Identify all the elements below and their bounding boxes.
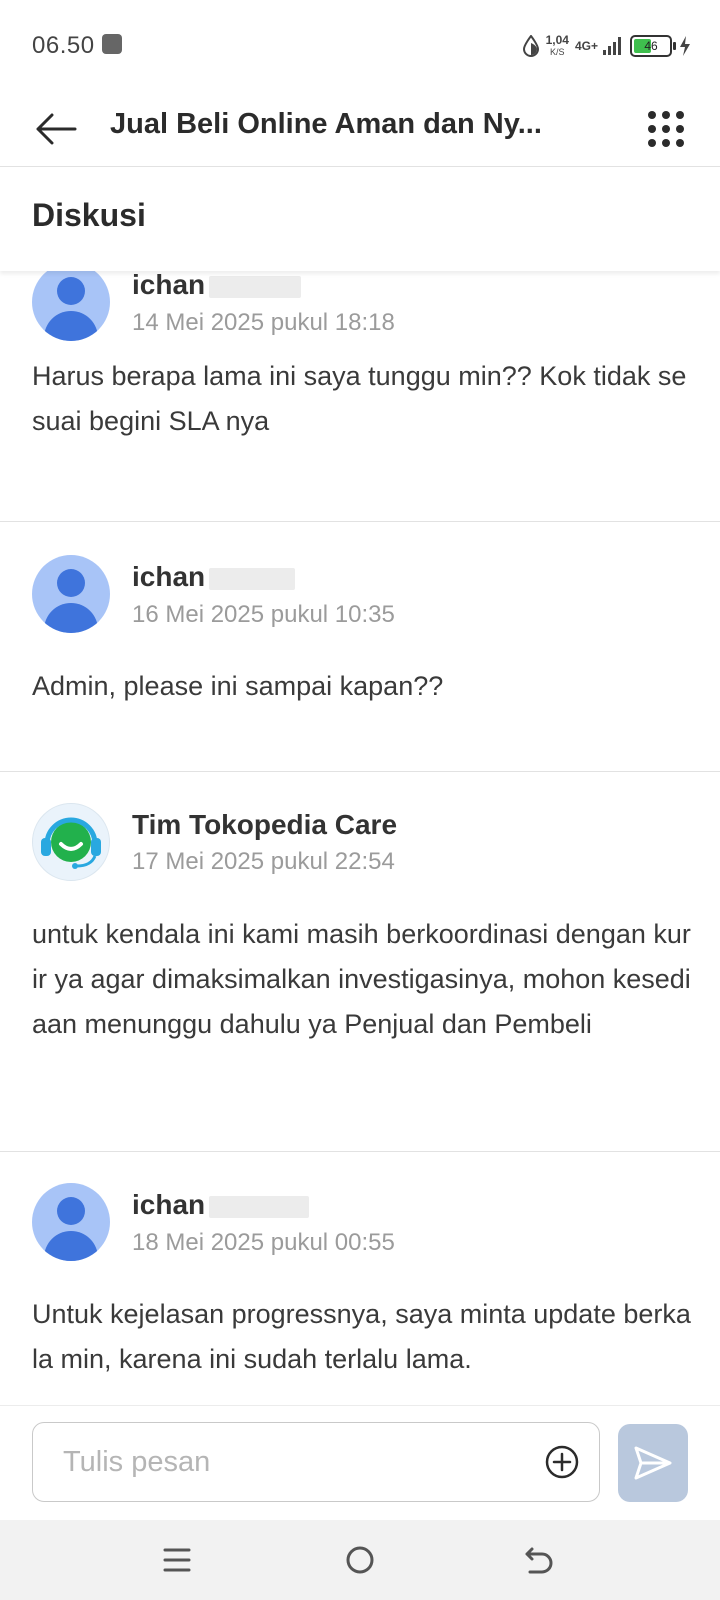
status-bar: 06.50 1,04 K/S 4G+ 46	[0, 0, 720, 92]
message-composer	[0, 1405, 720, 1521]
message-date: 14 Mei 2025 pukul 18:18	[132, 309, 395, 336]
message-text: untuk kendala ini kami masih berkoordina…	[32, 919, 691, 1039]
network-speed-value: 1,04	[545, 33, 569, 47]
section-header: Diskusi	[0, 167, 720, 271]
battery-icon: 46	[630, 35, 676, 57]
redacted-name	[209, 1195, 310, 1218]
status-time: 06.50	[32, 32, 95, 59]
network-speed-unit: K/S	[550, 47, 565, 57]
status-icons: 1,04 K/S 4G+ 46	[522, 30, 692, 62]
dot-icon	[662, 125, 670, 133]
back-arrow-icon	[525, 1547, 553, 1574]
page-title: Jual Beli Online Aman dan Ny...	[110, 108, 542, 140]
battery-level: 46	[644, 39, 658, 53]
menu-lines-icon	[163, 1548, 191, 1572]
dot-icon	[676, 125, 684, 133]
send-icon	[634, 1446, 672, 1480]
nav-menu-button[interactable]	[152, 1538, 202, 1582]
dot-icon	[676, 111, 684, 119]
add-attachment-button[interactable]	[545, 1445, 579, 1479]
dot-icon	[676, 139, 684, 147]
message-date: 18 Mei 2025 pukul 00:55	[132, 1229, 395, 1256]
message-author: ichan	[132, 271, 302, 301]
message-date: 16 Mei 2025 pukul 10:35	[132, 601, 395, 628]
message-input-box	[32, 1422, 600, 1502]
charging-icon	[680, 36, 690, 56]
dot-icon	[648, 111, 656, 119]
user-avatar	[32, 1183, 110, 1261]
back-button[interactable]	[28, 104, 84, 154]
author-name: ichan	[132, 271, 206, 300]
user-avatar	[32, 555, 110, 633]
message-item: ichan 18 Mei 2025 pukul 00:55 Untuk keje…	[0, 1151, 720, 1405]
data-saver-icon	[522, 35, 539, 57]
message-date: 17 Mei 2025 pukul 22:54	[132, 848, 395, 875]
dot-icon	[662, 139, 670, 147]
author-name: ichan	[132, 561, 206, 592]
network-speed: 1,04 K/S	[546, 34, 569, 58]
nav-back-button[interactable]	[515, 1538, 565, 1582]
user-avatar	[32, 271, 110, 341]
home-circle-icon	[346, 1546, 374, 1574]
message-text: Untuk kejelasan progressnya, saya minta …	[32, 1299, 691, 1374]
message-item: ichan 16 Mei 2025 pukul 10:35 Admin, ple…	[0, 521, 720, 772]
message-input[interactable]	[63, 1423, 503, 1501]
menu-grid-button[interactable]	[640, 104, 692, 154]
message-author: ichan	[132, 1189, 310, 1221]
section-title: Diskusi	[32, 197, 146, 233]
message-item: ichan 14 Mei 2025 pukul 18:18 Harus bera…	[0, 271, 720, 522]
signal-icon	[603, 37, 621, 55]
dot-icon	[648, 125, 656, 133]
message-author: ichan	[132, 561, 296, 593]
author-name: ichan	[132, 1189, 206, 1220]
system-nav-bar	[0, 1520, 720, 1600]
message-text: Admin, please ini sampai kapan??	[32, 671, 444, 701]
send-button[interactable]	[618, 1424, 688, 1502]
notification-icon	[102, 34, 122, 54]
dot-icon	[648, 139, 656, 147]
message-author: Tim Tokopedia Care	[132, 809, 398, 840]
network-type: 4G+	[574, 39, 598, 53]
message-text: Harus berapa lama ini saya tunggu min?? …	[32, 361, 687, 436]
dot-icon	[662, 111, 670, 119]
discussion-list[interactable]: ichan 14 Mei 2025 pukul 18:18 Harus bera…	[0, 271, 720, 1405]
tokopedia-care-avatar	[32, 803, 110, 881]
arrow-left-icon	[36, 113, 77, 145]
message-item: Tim Tokopedia Care 17 Mei 2025 pukul 22:…	[0, 771, 720, 1152]
app-bar: Jual Beli Online Aman dan Ny...	[0, 92, 720, 167]
redacted-name	[209, 275, 302, 298]
nav-home-button[interactable]	[335, 1538, 385, 1582]
headset-icon	[41, 817, 101, 869]
redacted-name	[209, 567, 296, 590]
